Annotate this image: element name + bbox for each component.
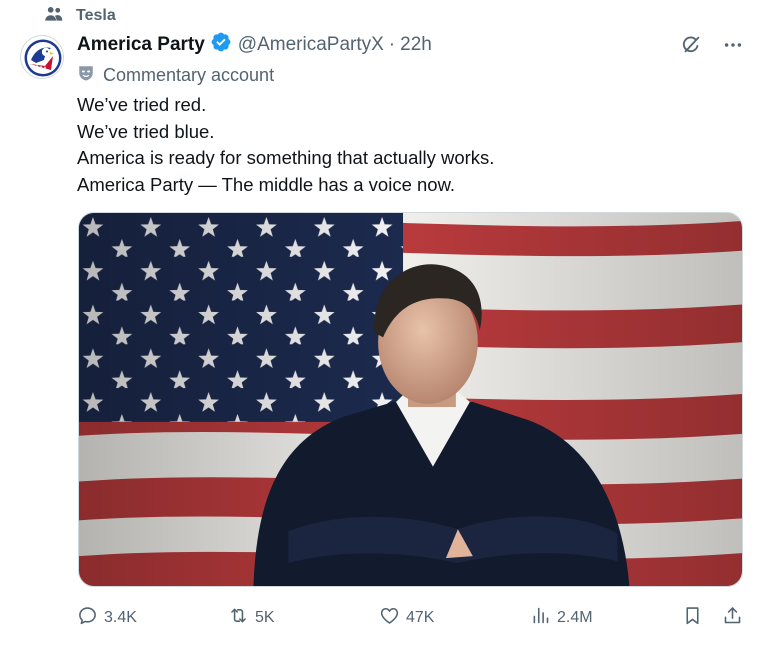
- views-icon: [530, 605, 551, 631]
- social-context[interactable]: Tesla: [44, 5, 116, 27]
- share-button[interactable]: [722, 604, 743, 632]
- people-icon: [44, 4, 64, 29]
- share-icon: [722, 605, 743, 631]
- author-name[interactable]: America Party: [77, 34, 205, 56]
- tweet-line: We’ve tried blue.: [77, 120, 215, 142]
- tweet-line: We’ve tried red.: [77, 94, 207, 115]
- views-count: 2.4M: [557, 609, 593, 626]
- verified-icon: [205, 31, 232, 59]
- tweet-line: America Party — The middle has a voice n…: [77, 173, 456, 195]
- more-icon[interactable]: [722, 34, 744, 56]
- badge-label: Commentary account: [103, 64, 275, 85]
- views-button[interactable]: 2.4M: [530, 604, 593, 632]
- separator-dot: ·: [388, 34, 396, 55]
- avatar[interactable]: [20, 35, 64, 79]
- heart-icon: [379, 605, 400, 631]
- header-actions: [680, 34, 744, 56]
- bookmark-button[interactable]: [682, 604, 703, 632]
- repost-count: 5K: [255, 609, 275, 626]
- commentary-badge[interactable]: Commentary account: [77, 63, 274, 87]
- repost-button[interactable]: 5K: [228, 604, 275, 632]
- reply-button[interactable]: 3.4K: [77, 604, 137, 632]
- tweet-text: We’ve tried red. We’ve tried blue. Ameri…: [77, 92, 494, 198]
- context-label: Tesla: [76, 7, 116, 24]
- author-handle[interactable]: @AmericaPartyX: [238, 34, 384, 56]
- tweet-header: America Party @AmericaPartyX · 22h: [77, 32, 432, 58]
- tweet-line: America is ready for something that actu…: [77, 147, 495, 168]
- like-count: 47K: [406, 609, 435, 626]
- reply-count: 3.4K: [104, 609, 137, 626]
- like-button[interactable]: 47K: [379, 604, 434, 632]
- grok-icon[interactable]: [680, 34, 702, 56]
- timestamp[interactable]: 22h: [400, 34, 432, 56]
- mask-icon: [77, 64, 95, 87]
- bookmark-icon: [682, 605, 703, 631]
- tweet-actions: 3.4K 5K 47K 2.4M: [77, 604, 747, 632]
- repost-icon: [228, 605, 249, 631]
- tweet-media[interactable]: [78, 212, 743, 587]
- reply-icon: [77, 605, 98, 631]
